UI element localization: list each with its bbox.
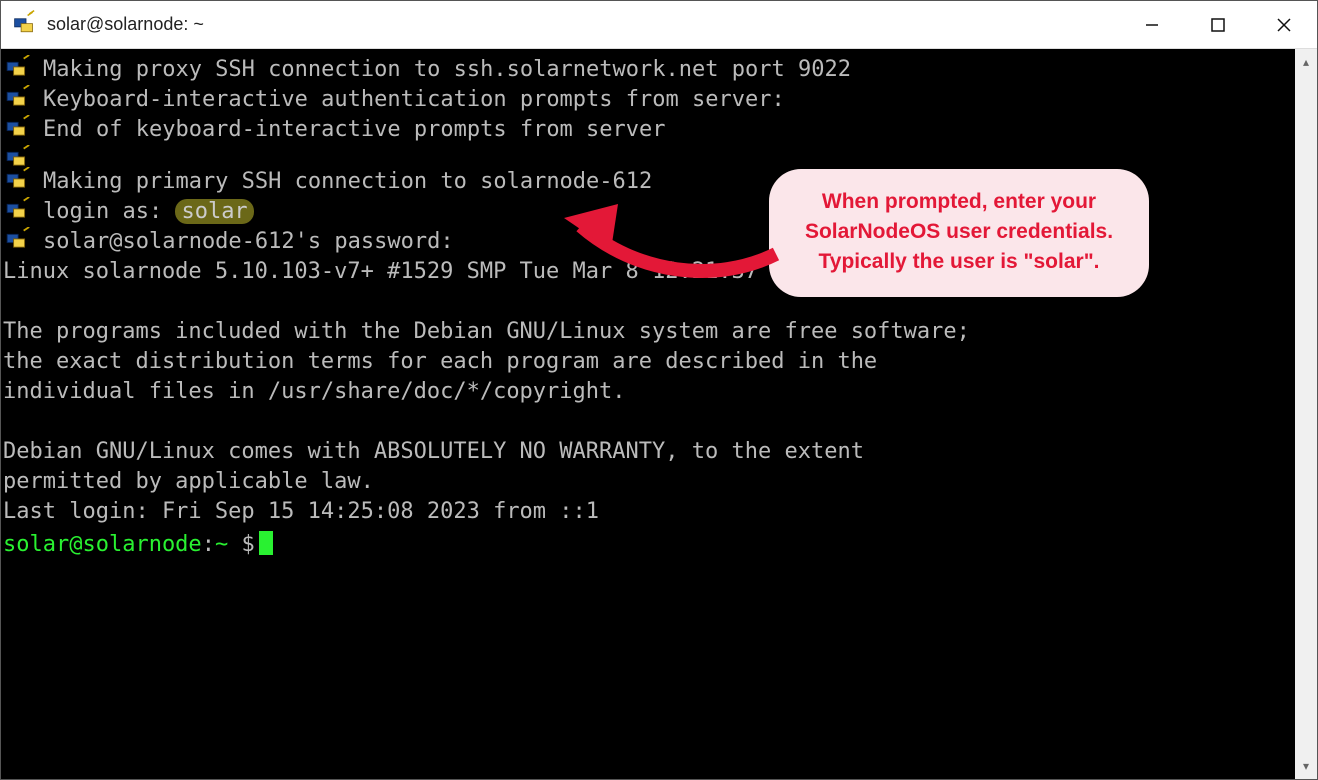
terminal-line: Last login: Fri Sep 15 14:25:08 2023 fro… (3, 497, 1295, 527)
terminal-text: Keyboard-interactive authentication prom… (43, 85, 785, 115)
scroll-up-icon[interactable]: ▴ (1295, 53, 1317, 71)
putty-app-icon (13, 9, 39, 40)
putty-line-icon (3, 115, 43, 137)
terminal-line: permitted by applicable law. (3, 467, 1295, 497)
maximize-button[interactable] (1185, 1, 1251, 48)
terminal-line: individual files in /usr/share/doc/*/cop… (3, 377, 1295, 407)
terminal-text: solar@solarnode-612's password: (43, 227, 454, 257)
login-username-highlight: solar (175, 199, 253, 224)
putty-line-icon (3, 227, 43, 249)
terminal-line: Keyboard-interactive authentication prom… (3, 85, 1295, 115)
prompt-path: ~ (215, 532, 242, 557)
callout-line: SolarNodeOS user credentials. (797, 217, 1121, 247)
terminal-container: Making proxy SSH connection to ssh.solar… (1, 49, 1317, 779)
callout-line: Typically the user is "solar". (797, 247, 1121, 277)
putty-line-icon (3, 145, 43, 167)
close-button[interactable] (1251, 1, 1317, 48)
callout-line: When prompted, enter your (797, 187, 1121, 217)
vertical-scrollbar[interactable]: ▴ ▾ (1295, 49, 1317, 779)
terminal-line (3, 407, 1295, 437)
terminal-line: The programs included with the Debian GN… (3, 317, 1295, 347)
prompt-sep: : (202, 532, 215, 557)
window-title: solar@solarnode: ~ (47, 14, 204, 35)
scroll-down-icon[interactable]: ▾ (1295, 757, 1317, 775)
putty-line-icon (3, 197, 43, 219)
terminal-line: Making proxy SSH connection to ssh.solar… (3, 55, 1295, 85)
window-controls (1119, 1, 1317, 48)
terminal-text: Making primary SSH connection to solarno… (43, 167, 652, 197)
terminal-text: Making proxy SSH connection to ssh.solar… (43, 55, 851, 85)
titlebar: solar@solarnode: ~ (1, 1, 1317, 49)
login-prefix: login as: (43, 199, 175, 224)
terminal[interactable]: Making proxy SSH connection to ssh.solar… (1, 49, 1295, 779)
putty-line-icon (3, 85, 43, 107)
cursor-icon (259, 531, 273, 555)
terminal-line: Debian GNU/Linux comes with ABSOLUTELY N… (3, 437, 1295, 467)
titlebar-left: solar@solarnode: ~ (13, 9, 204, 40)
terminal-text: End of keyboard-interactive prompts from… (43, 115, 666, 145)
putty-line-icon (3, 55, 43, 77)
prompt-user-host: solar@solarnode (3, 532, 202, 557)
annotation-callout: When prompted, enter your SolarNodeOS us… (769, 169, 1149, 297)
terminal-line: the exact distribution terms for each pr… (3, 347, 1295, 377)
shell-prompt[interactable]: solar@solarnode:~ $ (3, 527, 1295, 560)
putty-line-icon (3, 167, 43, 189)
terminal-line (3, 145, 1295, 167)
prompt-symbol: $ (241, 532, 254, 557)
terminal-line: End of keyboard-interactive prompts from… (3, 115, 1295, 145)
minimize-button[interactable] (1119, 1, 1185, 48)
window-frame: solar@solarnode: ~ Making proxy SSH conn… (0, 0, 1318, 780)
